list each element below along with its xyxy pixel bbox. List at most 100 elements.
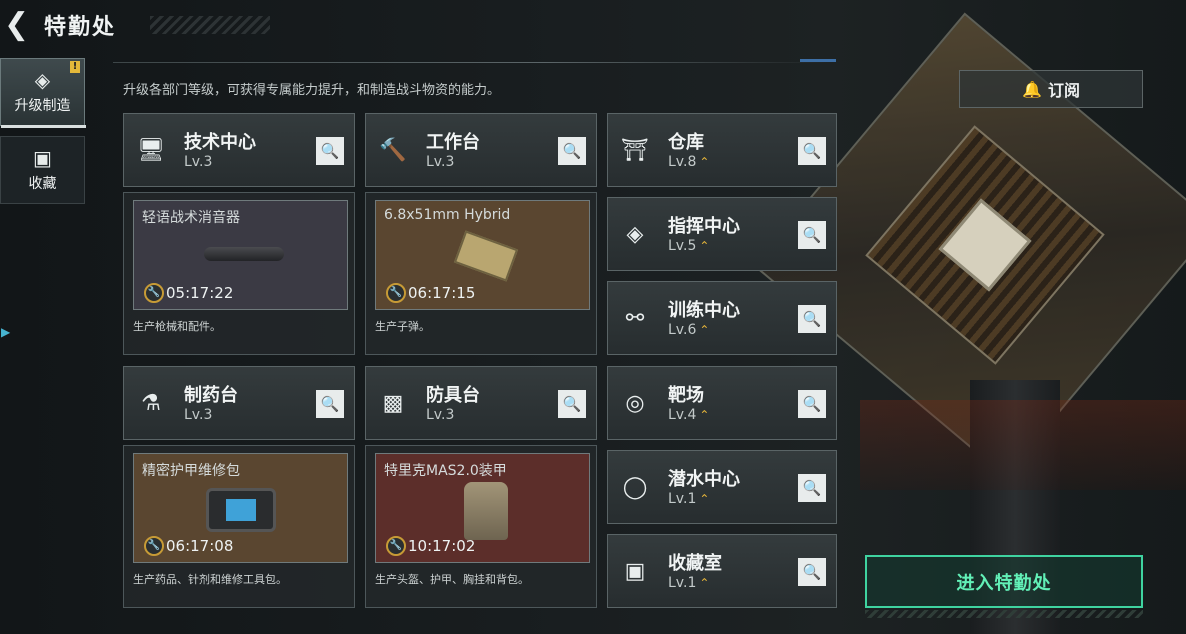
target-icon: ◎ <box>625 391 645 416</box>
facility-level: Lv.1 ⌃ <box>668 491 709 507</box>
production-item-panel: 轻语战术消音器 🔧 05:17:22 <box>133 200 348 310</box>
facility-card-command-center[interactable]: ◈ 指挥中心 Lv.5 ⌃ 🔍 <box>607 197 837 271</box>
upgrade-available-icon: ⌃ <box>699 576 710 590</box>
facility-name: 收藏室 <box>668 553 722 574</box>
facility-name: 技术中心 <box>184 132 256 153</box>
production-item-panel: 精密护甲维修包 🔧 06:17:08 <box>133 453 348 563</box>
search-icon[interactable]: 🔍 <box>798 221 826 249</box>
title-decoration <box>150 16 270 34</box>
facility-level: Lv.3 <box>426 154 455 170</box>
production-slot-pharmacy[interactable]: 精密护甲维修包 🔧 06:17:08 生产药品、针剂和维修工具包。 <box>123 445 355 608</box>
facility-card-collection-room[interactable]: ▣ 收藏室 Lv.1 ⌃ 🔍 <box>607 534 837 608</box>
facility-level: Lv.4 ⌃ <box>668 407 709 423</box>
facility-card-armor-bench[interactable]: ▩ 防具台 Lv.3 🔍 <box>365 366 597 440</box>
page-title: 特勤处 <box>44 15 117 40</box>
search-icon[interactable]: 🔍 <box>316 390 344 418</box>
timer-icon: 🔧 <box>144 536 164 556</box>
collection-icon: ▣ <box>33 146 52 170</box>
search-icon[interactable]: 🔍 <box>798 474 826 502</box>
facility-card-training-center[interactable]: ⚯ 训练中心 Lv.6 ⌃ 🔍 <box>607 281 837 355</box>
level-text: Lv.1 <box>668 491 697 507</box>
timer-icon: 🔧 <box>386 536 406 556</box>
facility-level: Lv.6 ⌃ <box>668 322 709 338</box>
facility-level: Lv.5 ⌃ <box>668 238 709 254</box>
search-icon[interactable]: 🔍 <box>798 137 826 165</box>
level-text: Lv.1 <box>668 575 697 591</box>
diving-mask-icon: ◯ <box>622 475 648 500</box>
enter-special-ops-button[interactable]: 进入特勤处 <box>865 555 1143 608</box>
search-icon[interactable]: 🔍 <box>798 305 826 333</box>
microscope-icon: ⚗ <box>141 391 161 416</box>
level-text: Lv.5 <box>668 238 697 254</box>
facility-name: 潜水中心 <box>668 469 740 490</box>
sidebar-item-upgrade[interactable]: ! ◈ 升级制造 <box>0 58 86 128</box>
facility-level: Lv.3 <box>184 407 213 423</box>
production-timer: 06:17:08 <box>166 537 234 555</box>
production-item-panel: 6.8x51mm Hybrid 🔧 06:17:15 <box>375 200 590 310</box>
background-floor <box>860 400 1186 490</box>
divider <box>113 62 833 63</box>
production-item-name: 6.8x51mm Hybrid <box>384 207 511 223</box>
search-icon[interactable]: 🔍 <box>316 137 344 165</box>
production-item-name: 轻语战术消音器 <box>142 210 240 226</box>
facility-name: 仓库 <box>668 132 704 153</box>
cubes-icon: ▩ <box>382 391 404 416</box>
production-description: 生产枪械和配件。 <box>133 320 221 333</box>
suppressor-image <box>204 247 284 261</box>
collection-room-icon: ▣ <box>624 559 646 584</box>
ammo-box-image <box>453 230 519 282</box>
search-icon[interactable]: 🔍 <box>558 137 586 165</box>
facility-name: 工作台 <box>426 132 480 153</box>
production-description: 生产子弹。 <box>375 320 430 333</box>
repair-kit-image <box>206 488 276 532</box>
warehouse-icon: ⛩ <box>621 138 649 163</box>
sidebar-item-collection[interactable]: ▣ 收藏 <box>0 136 85 204</box>
dumbbell-icon: ⚯ <box>625 306 645 331</box>
production-description: 生产头盔、护甲、胸挂和背包。 <box>375 573 529 586</box>
armor-vest-image <box>464 482 508 540</box>
production-timer: 06:17:15 <box>408 284 476 302</box>
production-item-panel: 特里克MAS2.0装甲 🔧 10:17:02 <box>375 453 590 563</box>
top-bar: ❮ 特勤处 <box>0 0 1186 50</box>
facility-card-shooting-range[interactable]: ◎ 靶场 Lv.4 ⌃ 🔍 <box>607 366 837 440</box>
accent-bar <box>800 59 836 62</box>
facility-card-warehouse[interactable]: ⛩ 仓库 Lv.8 ⌃ 🔍 <box>607 113 837 187</box>
upgrade-available-icon: ⌃ <box>699 155 710 169</box>
bell-icon: 🔔 <box>1022 79 1042 99</box>
facility-card-tech-center[interactable]: 🖥 技术中心 Lv.3 🔍 <box>123 113 355 187</box>
production-slot-workbench[interactable]: 6.8x51mm Hybrid 🔧 06:17:15 生产子弹。 <box>365 192 597 355</box>
expand-arrow-icon[interactable]: ▶ <box>1 325 10 339</box>
production-item-name: 特里克MAS2.0装甲 <box>384 463 507 479</box>
facility-level: Lv.1 ⌃ <box>668 575 709 591</box>
facility-card-pharmacy[interactable]: ⚗ 制药台 Lv.3 🔍 <box>123 366 355 440</box>
back-icon[interactable]: ❮ <box>4 8 30 42</box>
facility-card-workbench[interactable]: 🔨 工作台 Lv.3 🔍 <box>365 113 597 187</box>
facility-name: 指挥中心 <box>668 216 740 237</box>
facility-name: 训练中心 <box>668 300 740 321</box>
search-icon[interactable]: 🔍 <box>798 390 826 418</box>
facility-level: Lv.3 <box>426 407 455 423</box>
facility-name: 靶场 <box>668 385 704 406</box>
upgrade-available-icon: ⌃ <box>699 492 710 506</box>
production-slot-tech-center[interactable]: 轻语战术消音器 🔧 05:17:22 生产枪械和配件。 <box>123 192 355 355</box>
sidebar-item-label: 升级制造 <box>14 98 71 114</box>
subscribe-label: 订阅 <box>1047 81 1080 100</box>
sidebar-item-label: 收藏 <box>28 176 57 192</box>
production-slot-armor-bench[interactable]: 特里克MAS2.0装甲 🔧 10:17:02 生产头盔、护甲、胸挂和背包。 <box>365 445 597 608</box>
computer-icon: 🖥 <box>137 138 165 163</box>
upgrade-available-icon: ⌃ <box>699 323 710 337</box>
subscribe-button[interactable]: 🔔 订阅 <box>959 70 1143 108</box>
production-timer: 10:17:02 <box>408 537 476 555</box>
tools-icon: 🔨 <box>379 138 407 163</box>
level-text: Lv.4 <box>668 407 697 423</box>
facility-name: 制药台 <box>184 385 238 406</box>
button-decoration <box>865 610 1143 618</box>
facility-name: 防具台 <box>426 385 480 406</box>
timer-icon: 🔧 <box>386 283 406 303</box>
facility-card-diving-center[interactable]: ◯ 潜水中心 Lv.1 ⌃ 🔍 <box>607 450 837 524</box>
search-icon[interactable]: 🔍 <box>558 390 586 418</box>
search-icon[interactable]: 🔍 <box>798 558 826 586</box>
timer-icon: 🔧 <box>144 283 164 303</box>
page-description: 升级各部门等级，可获得专属能力提升，和制造战斗物资的能力。 <box>123 83 501 98</box>
production-item-name: 精密护甲维修包 <box>142 463 240 479</box>
